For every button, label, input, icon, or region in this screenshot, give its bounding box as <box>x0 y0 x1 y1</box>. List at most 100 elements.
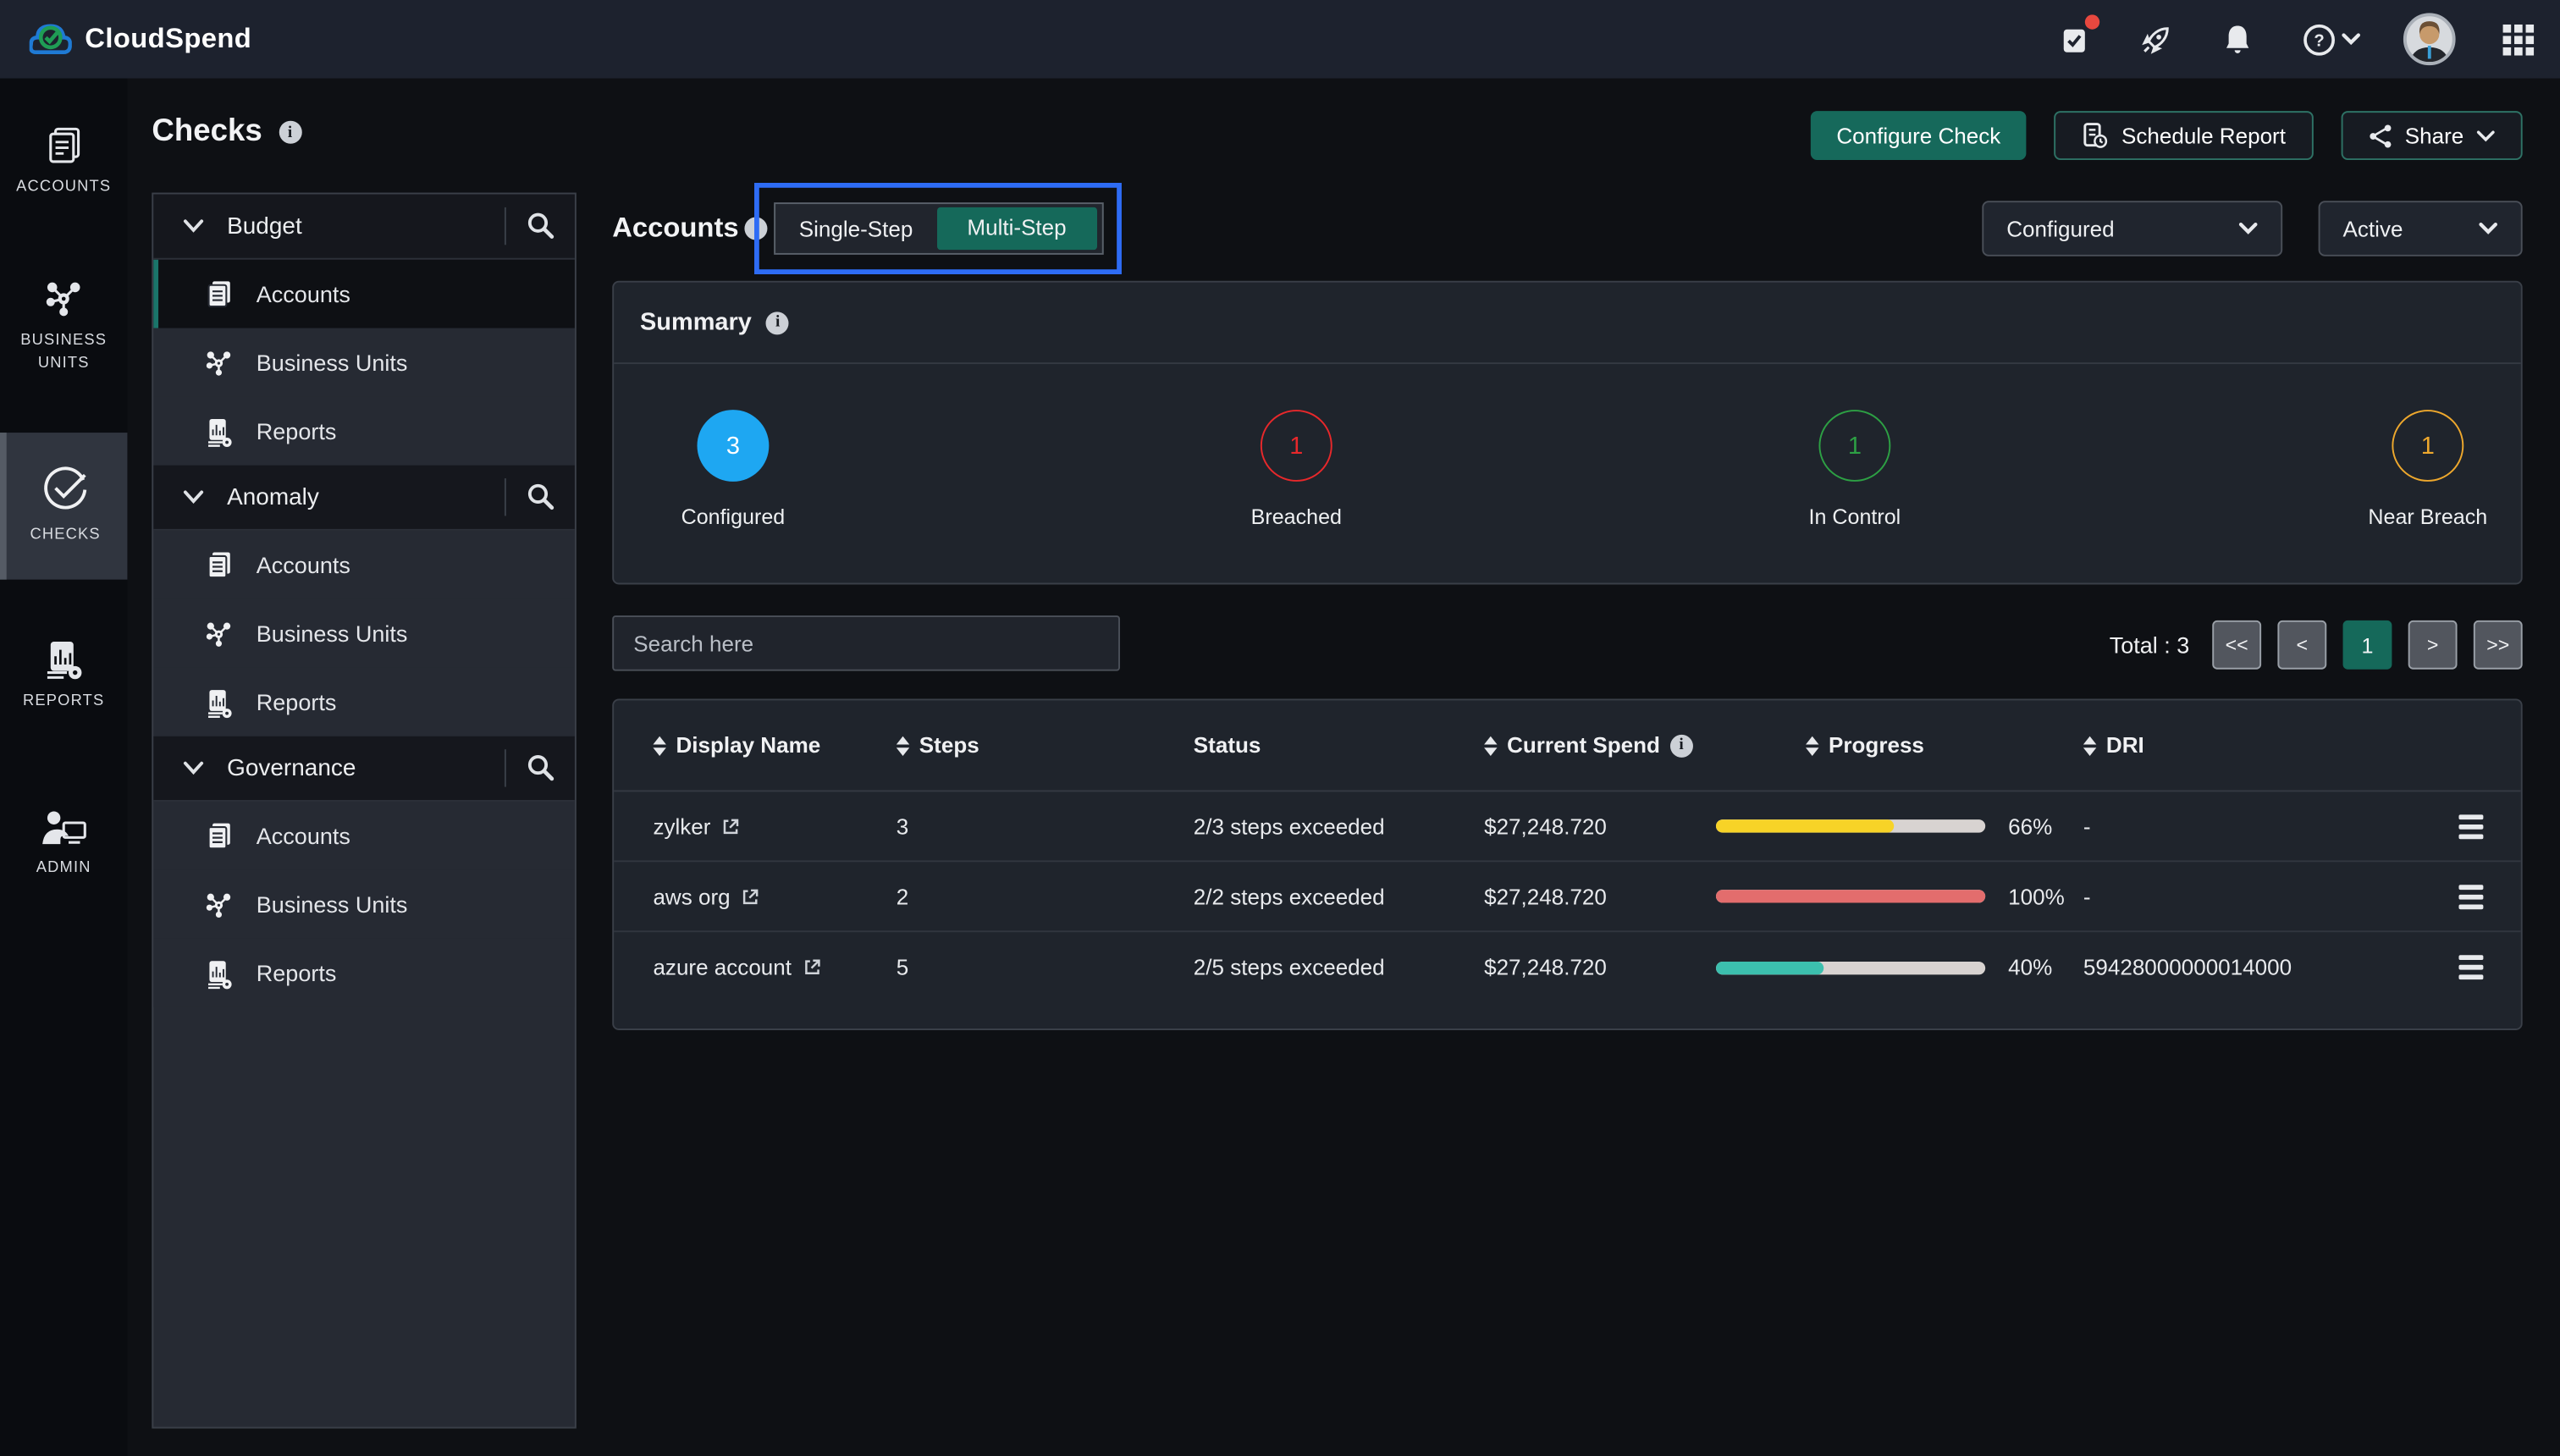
external-link-icon[interactable] <box>742 887 759 905</box>
sidebar-item-budget-accounts[interactable]: Accounts <box>153 260 575 328</box>
info-icon[interactable]: i <box>279 121 301 144</box>
stat-circle: 3 <box>698 410 770 482</box>
current-spend-value: $27,248.720 <box>1484 884 1716 908</box>
pagination-page-1-button[interactable]: 1 <box>2343 620 2392 670</box>
progress-percent: 100% <box>2008 884 2065 908</box>
bell-icon[interactable] <box>2217 19 2256 58</box>
chevron-down-icon <box>2479 222 2498 234</box>
filter-dropdowns: Configured Active <box>1982 201 2522 256</box>
page-title-row: Checks i <box>152 114 301 150</box>
sidebar-item-label: Reports <box>257 960 337 986</box>
pagination-next-button[interactable]: > <box>2408 620 2458 670</box>
user-avatar[interactable] <box>2403 13 2456 65</box>
dri-value: - <box>2083 813 2459 838</box>
rail-item-checks[interactable]: CHECKS <box>0 433 127 580</box>
account-name-link[interactable]: zylker <box>653 813 710 838</box>
column-label: Steps <box>919 733 979 758</box>
search-icon[interactable] <box>526 482 555 511</box>
search-input[interactable] <box>633 631 1099 655</box>
column-progress[interactable]: Progress <box>1716 733 2083 758</box>
divider <box>505 207 506 245</box>
apps-grid-icon[interactable] <box>2498 19 2537 58</box>
column-label: Display Name <box>676 733 820 758</box>
tasks-icon[interactable] <box>2054 19 2093 58</box>
checks-sidebar: Budget Accounts Business Units Reports A… <box>152 193 576 1429</box>
column-steps[interactable]: Steps <box>897 733 1194 758</box>
schedule-report-button[interactable]: Schedule Report <box>2055 111 2314 160</box>
active-filter-value: Active <box>2343 217 2403 241</box>
sidebar-item-label: Reports <box>257 689 337 715</box>
pagination-last-button[interactable]: >> <box>2474 620 2523 670</box>
status-value: 2/3 steps exceeded <box>1194 813 1484 838</box>
accounts-doc-icon <box>202 278 235 311</box>
current-spend-value: $27,248.720 <box>1484 955 1716 979</box>
sort-icon[interactable] <box>1484 736 1497 755</box>
column-current-spend[interactable]: Current Spend i <box>1484 733 1716 758</box>
table-row[interactable]: azure account 5 2/5 steps exceeded $27,2… <box>614 932 2521 1002</box>
sidebar-item-anomaly-accounts[interactable]: Accounts <box>153 531 575 599</box>
top-bar: CloudSpend ? <box>0 0 2560 79</box>
row-menu-icon[interactable] <box>2458 813 2483 838</box>
search-icon[interactable] <box>526 211 555 240</box>
brand-name: CloudSpend <box>85 23 251 56</box>
sidebar-item-governance-accounts[interactable]: Accounts <box>153 802 575 870</box>
sidebar-item-governance-business-units[interactable]: Business Units <box>153 870 575 939</box>
help-icon: ? <box>2298 19 2337 58</box>
stat-near-breach: 1 Near Breach <box>2338 410 2518 529</box>
sort-icon[interactable] <box>1806 736 1818 755</box>
stat-circle: 1 <box>2392 410 2463 482</box>
rocket-icon[interactable] <box>2136 19 2175 58</box>
brand-logo[interactable]: CloudSpend <box>30 21 252 57</box>
info-icon[interactable]: i <box>1670 734 1693 757</box>
search-icon[interactable] <box>526 753 555 782</box>
current-spend-value: $27,248.720 <box>1484 813 1716 838</box>
rail-label: CHECKS <box>30 525 100 548</box>
sidebar-item-label: Accounts <box>257 281 350 307</box>
sidebar-item-governance-reports[interactable]: Reports <box>153 939 575 1007</box>
rail-label: BUSINESS UNITS <box>3 329 124 374</box>
active-filter-dropdown[interactable]: Active <box>2319 201 2523 256</box>
summary-header: Summary i <box>614 283 2521 364</box>
pagination-row: Total : 3 << < 1 > >> <box>2110 620 2523 670</box>
sidebar-group-budget[interactable]: Budget <box>153 195 575 260</box>
sort-icon[interactable] <box>2083 736 2096 755</box>
configure-check-label: Configure Check <box>1836 124 2000 148</box>
stat-circle: 1 <box>1818 410 1890 482</box>
progress-bar <box>1716 890 1985 902</box>
table-row[interactable]: aws org 2 2/2 steps exceeded $27,248.720… <box>614 862 2521 932</box>
configure-check-button[interactable]: Configure Check <box>1810 111 2027 160</box>
sidebar-group-governance[interactable]: Governance <box>153 736 575 802</box>
header-actions: Configure Check Schedule Report Share <box>1810 111 2522 160</box>
search-box <box>612 615 1120 671</box>
help-menu[interactable]: ? <box>2298 19 2360 58</box>
account-name-link[interactable]: aws org <box>653 884 730 908</box>
external-link-icon[interactable] <box>803 958 821 976</box>
pagination-prev-button[interactable]: < <box>2277 620 2326 670</box>
account-name-link[interactable]: azure account <box>653 955 792 979</box>
admin-person-icon <box>39 808 88 847</box>
external-link-icon[interactable] <box>722 817 740 835</box>
configured-filter-dropdown[interactable]: Configured <box>1982 201 2282 256</box>
table-row[interactable]: zylker 3 2/3 steps exceeded $27,248.720 … <box>614 791 2521 862</box>
progress-fill <box>1716 890 1985 902</box>
share-button[interactable]: Share <box>2342 111 2523 160</box>
rail-item-accounts[interactable]: ACCOUNTS <box>0 102 127 222</box>
info-icon[interactable]: i <box>766 311 789 334</box>
sidebar-item-budget-reports[interactable]: Reports <box>153 397 575 466</box>
sort-icon[interactable] <box>653 736 665 755</box>
sidebar-item-anomaly-business-units[interactable]: Business Units <box>153 599 575 668</box>
rail-item-reports[interactable]: REPORTS <box>0 615 127 736</box>
column-display-name[interactable]: Display Name <box>653 733 896 758</box>
column-dri[interactable]: DRI <box>2083 733 2459 758</box>
sidebar-item-anomaly-reports[interactable]: Reports <box>153 668 575 736</box>
rail-item-business-units[interactable]: BUSINESS UNITS <box>0 254 127 397</box>
rail-item-admin[interactable]: ADMIN <box>0 785 127 902</box>
stat-value: 3 <box>726 432 740 460</box>
sidebar-item-budget-business-units[interactable]: Business Units <box>153 328 575 397</box>
sidebar-group-anomaly[interactable]: Anomaly <box>153 466 575 531</box>
pagination-first-button[interactable]: << <box>2212 620 2261 670</box>
stat-label: In Control <box>1809 505 1901 529</box>
row-menu-icon[interactable] <box>2458 955 2483 979</box>
row-menu-icon[interactable] <box>2458 884 2483 908</box>
sort-icon[interactable] <box>897 736 909 755</box>
